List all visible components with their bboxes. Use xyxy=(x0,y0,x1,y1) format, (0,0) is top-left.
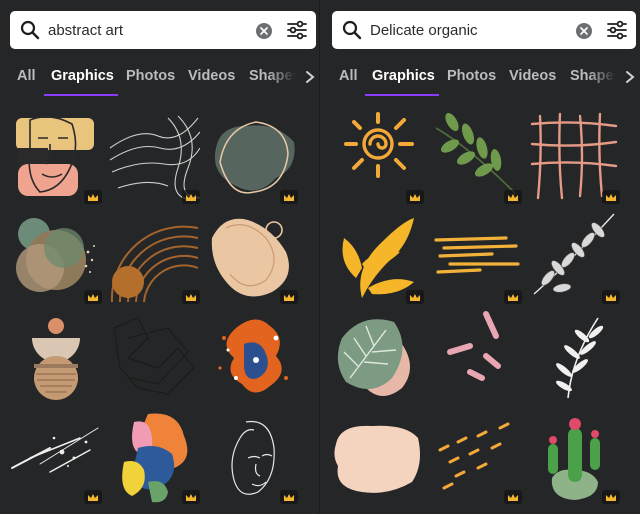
crown-icon xyxy=(508,493,518,501)
search-input[interactable] xyxy=(48,20,248,40)
premium-badge xyxy=(504,290,522,304)
crown-icon xyxy=(410,293,420,301)
active-tab-indicator xyxy=(44,94,118,96)
premium-badge xyxy=(504,490,522,504)
premium-badge xyxy=(406,190,424,204)
search-panel-left: All Graphics Photos Videos Shapes xyxy=(0,0,320,514)
premium-badge xyxy=(280,190,298,204)
crown-icon xyxy=(186,193,196,201)
crown-icon xyxy=(284,493,294,501)
result-beige-blob[interactable] xyxy=(206,208,298,304)
crown-icon xyxy=(508,193,518,201)
result-yellow-strokes[interactable] xyxy=(430,208,522,304)
search-bar[interactable] xyxy=(332,11,636,49)
result-pink-strokes[interactable] xyxy=(430,308,522,404)
monstera-leaf-graphic xyxy=(337,319,410,396)
crown-icon xyxy=(186,293,196,301)
premium-badge xyxy=(602,190,620,204)
result-rainbow-arcs[interactable] xyxy=(108,208,200,304)
premium-badge xyxy=(182,490,200,504)
crown-icon xyxy=(284,193,294,201)
crown-icon xyxy=(606,193,616,201)
white-sprig-graphic xyxy=(556,317,604,399)
tab-all[interactable]: All xyxy=(17,68,36,84)
stacked-shapes-graphic xyxy=(32,318,80,400)
result-yellow-leaves[interactable] xyxy=(332,208,424,304)
tab-bar: All Graphics Photos Videos Shapes xyxy=(0,58,320,98)
tab-bar: All Graphics Photos Videos Shapes xyxy=(320,58,640,98)
result-monstera-leaf[interactable] xyxy=(332,308,424,404)
search-panel-right: All Graphics Photos Videos Shapes xyxy=(320,0,640,514)
search-icon xyxy=(20,20,40,40)
crown-icon xyxy=(606,293,616,301)
result-white-branch[interactable] xyxy=(528,208,620,304)
result-face-collage[interactable] xyxy=(10,108,102,204)
result-color-shapes[interactable] xyxy=(108,408,200,504)
crown-icon xyxy=(606,493,616,501)
crown-icon xyxy=(88,193,98,201)
chevron-right-icon[interactable] xyxy=(624,70,636,84)
result-green-branch[interactable] xyxy=(430,108,522,204)
result-sun[interactable] xyxy=(332,108,424,204)
premium-badge xyxy=(84,190,102,204)
tab-all[interactable]: All xyxy=(339,68,358,84)
chevron-right-icon[interactable] xyxy=(304,70,316,84)
search-bar[interactable] xyxy=(10,11,316,49)
tab-photos[interactable]: Photos xyxy=(447,68,496,84)
result-cactus[interactable] xyxy=(528,408,620,504)
line-scribble-graphic xyxy=(113,317,195,395)
filter-icon[interactable] xyxy=(607,20,627,40)
crown-icon xyxy=(508,293,518,301)
tab-graphics[interactable]: Graphics xyxy=(372,68,435,84)
crown-icon xyxy=(186,493,196,501)
search-input[interactable] xyxy=(370,20,570,40)
crown-icon xyxy=(88,493,98,501)
pink-strokes-graphic xyxy=(447,311,501,381)
result-peach-blob[interactable] xyxy=(332,408,424,504)
crown-icon xyxy=(88,293,98,301)
tab-fade xyxy=(268,64,308,92)
result-circle-collage[interactable] xyxy=(10,208,102,304)
premium-badge xyxy=(182,190,200,204)
tab-videos[interactable]: Videos xyxy=(509,68,556,84)
result-line-scribble[interactable] xyxy=(108,308,200,404)
search-icon xyxy=(342,20,362,40)
clear-icon[interactable] xyxy=(576,23,592,39)
peach-blob-graphic xyxy=(334,425,420,493)
premium-badge xyxy=(280,290,298,304)
result-green-blob[interactable] xyxy=(206,108,298,204)
result-grid-lines[interactable] xyxy=(528,108,620,204)
premium-badge xyxy=(602,290,620,304)
premium-badge xyxy=(406,290,424,304)
app: All Graphics Photos Videos Shapes xyxy=(0,0,640,514)
premium-badge xyxy=(84,290,102,304)
tab-photos[interactable]: Photos xyxy=(126,68,175,84)
premium-badge xyxy=(504,190,522,204)
tab-videos[interactable]: Videos xyxy=(188,68,235,84)
result-wavy-lines[interactable] xyxy=(108,108,201,204)
result-paint-splash[interactable] xyxy=(206,308,298,404)
tab-fade xyxy=(588,64,628,92)
premium-badge xyxy=(602,490,620,504)
crown-icon xyxy=(410,193,420,201)
result-white-splatter[interactable] xyxy=(10,408,102,504)
premium-badge xyxy=(182,290,200,304)
result-orange-dashes[interactable] xyxy=(430,408,522,504)
result-stacked-shapes[interactable] xyxy=(10,308,102,404)
result-white-sprig[interactable] xyxy=(528,308,620,404)
premium-badge xyxy=(280,490,298,504)
filter-icon[interactable] xyxy=(287,20,307,40)
clear-icon[interactable] xyxy=(256,23,272,39)
paint-splash-graphic xyxy=(218,319,288,393)
crown-icon xyxy=(284,293,294,301)
active-tab-indicator xyxy=(365,94,439,96)
premium-badge xyxy=(84,490,102,504)
result-line-face[interactable] xyxy=(206,408,298,504)
tab-graphics[interactable]: Graphics xyxy=(51,68,114,84)
